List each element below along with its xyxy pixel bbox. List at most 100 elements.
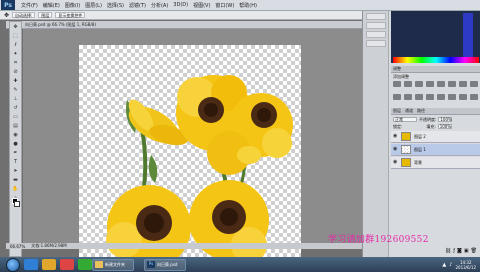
menu-filter[interactable]: 滤镜(T)	[129, 2, 146, 9]
auto-select-checkbox[interactable]: 自动选择:	[12, 12, 36, 18]
dodge-tool-icon[interactable]: ●	[10, 140, 21, 148]
hand-tool-icon[interactable]: ✋	[10, 185, 21, 193]
invert-icon[interactable]	[415, 94, 423, 100]
layers-footer: ⛓ ƒ ◙ ▣ 🗑	[391, 247, 480, 254]
adjustments-panel-header[interactable]: 调整	[391, 66, 480, 73]
trash-icon[interactable]: 🗑	[471, 248, 477, 254]
exposure-icon[interactable]	[426, 81, 434, 87]
new-layer-icon[interactable]: ▣	[464, 248, 469, 254]
right-panels: 调整 添加调整 图层 通道 路径 正常 不透明度: 100% 锁定: 填充: 1…	[362, 11, 480, 257]
eraser-tool-icon[interactable]: ▭	[10, 113, 21, 121]
taskbar-app-1[interactable]	[24, 259, 38, 271]
zoom-level[interactable]: 66.67%	[10, 244, 25, 249]
menu-analysis[interactable]: 分析(A)	[151, 2, 168, 9]
menu-window[interactable]: 窗口(W)	[215, 2, 234, 9]
gradient-map-icon[interactable]	[448, 94, 456, 100]
menu-view[interactable]: 视图(V)	[193, 2, 210, 9]
menu-edit[interactable]: 编辑(E)	[43, 2, 60, 9]
channel-mixer-icon[interactable]	[404, 94, 412, 100]
tab-adjustments[interactable]: 调整	[393, 66, 401, 72]
clock[interactable]: 14:32 2013/6/12	[455, 260, 476, 270]
menu-3d[interactable]: 3D(D)	[173, 2, 188, 9]
document-canvas[interactable]	[79, 45, 301, 260]
show-transform-controls[interactable]: 显示变换控件	[55, 12, 86, 18]
layer-name: 图层 1	[414, 146, 426, 152]
mask-icon[interactable]: ◙	[457, 248, 462, 254]
menu-layer[interactable]: 图层(L)	[85, 2, 102, 9]
blend-mode-select[interactable]: 正常	[393, 117, 417, 122]
menu-select[interactable]: 选择(S)	[107, 2, 124, 9]
background-color[interactable]	[14, 201, 20, 207]
healing-brush-icon[interactable]: ✚	[10, 77, 21, 85]
document-tab[interactable]: 向日葵.psd @ 66.7% (图层 1, RGB/8)	[6, 21, 362, 29]
curves-icon[interactable]	[415, 81, 423, 87]
tab-layers[interactable]: 图层	[393, 108, 401, 114]
status-bar: 66.67% 文档:1.86M/2.98M	[6, 243, 362, 249]
tab-channels[interactable]: 通道	[405, 108, 413, 114]
network-icon[interactable]: ▲	[442, 262, 446, 268]
stamp-tool-icon[interactable]: ⊥	[10, 95, 21, 103]
type-tool-icon[interactable]: T	[10, 158, 21, 166]
pen-tool-icon[interactable]: ✒	[10, 149, 21, 157]
eyedropper-icon[interactable]: ⊘	[10, 68, 21, 76]
crop-tool-icon[interactable]: ⌗	[10, 59, 21, 67]
volume-icon[interactable]: ♪	[449, 262, 452, 268]
layer-row[interactable]: ◉ 图层 2	[391, 131, 480, 143]
fill-input[interactable]: 100%	[437, 124, 452, 129]
vibrance-icon[interactable]	[437, 81, 445, 87]
history-brush-icon[interactable]: ↺	[10, 104, 21, 112]
menu-help[interactable]: 帮助(H)	[239, 2, 257, 9]
opacity-input[interactable]: 100%	[438, 117, 453, 122]
bw-icon[interactable]	[470, 81, 478, 87]
media-icon	[60, 259, 74, 270]
posterize-icon[interactable]	[426, 94, 434, 100]
photo-filter-icon[interactable]	[393, 94, 401, 100]
taskbar-photoshop[interactable]: Ps 向日葵.psd	[144, 258, 186, 271]
hue-sat-icon[interactable]	[448, 81, 456, 87]
brushes-panel-icon[interactable]	[365, 31, 386, 38]
taskbar-app-3[interactable]	[60, 259, 74, 271]
layer-name: 背景	[414, 159, 422, 165]
taskbar-folder[interactable]: 新建文件夹	[92, 258, 134, 271]
layer-row-selected[interactable]: ◉ 图层 1	[391, 144, 480, 156]
brightness-icon[interactable]	[393, 81, 401, 87]
menu-image[interactable]: 图像(I)	[65, 2, 80, 9]
history-panel-icon[interactable]	[365, 13, 386, 20]
magic-wand-icon[interactable]: ✦	[10, 50, 21, 58]
color-slider[interactable]	[463, 13, 473, 57]
levels-icon[interactable]	[404, 81, 412, 87]
color-panel[interactable]	[391, 11, 480, 63]
eye-icon[interactable]: ◉	[393, 160, 398, 165]
eye-icon[interactable]: ◉	[393, 147, 398, 152]
preset-icon[interactable]	[470, 94, 478, 100]
selective-color-icon[interactable]	[459, 94, 467, 100]
actions-panel-icon[interactable]	[365, 22, 386, 29]
clone-panel-icon[interactable]	[365, 40, 386, 47]
taskbar-app-4[interactable]	[78, 259, 92, 271]
add-adjustment-label: 添加调整	[393, 73, 409, 79]
taskbar: 新建文件夹 Ps 向日葵.psd ▲ ♪ 14:32 2013/6/12	[0, 257, 480, 272]
color-balance-icon[interactable]	[459, 81, 467, 87]
ie-icon	[24, 259, 38, 270]
move-tool-icon[interactable]: ✥	[10, 23, 21, 31]
blur-tool-icon[interactable]: ◉	[10, 131, 21, 139]
tab-paths[interactable]: 路径	[417, 108, 425, 114]
gradient-tool-icon[interactable]: ▤	[10, 122, 21, 130]
move-tool-icon[interactable]: ✥	[4, 12, 9, 19]
color-spectrum[interactable]	[393, 57, 479, 63]
threshold-icon[interactable]	[437, 94, 445, 100]
shape-tool-icon[interactable]: ▬	[10, 176, 21, 184]
lasso-tool-icon[interactable]: ℓ	[10, 41, 21, 49]
path-select-icon[interactable]: ➤	[10, 167, 21, 175]
fx-icon[interactable]: ƒ	[453, 248, 455, 254]
start-button[interactable]	[6, 257, 20, 272]
marquee-tool-icon[interactable]: ⬚	[10, 32, 21, 40]
auto-select-target[interactable]: 图层	[38, 12, 53, 18]
brush-tool-icon[interactable]: ✎	[10, 86, 21, 94]
menu-file[interactable]: 文件(F)	[21, 2, 38, 9]
layer-thumbnail	[401, 145, 411, 154]
layer-row[interactable]: ◉ 背景	[391, 157, 480, 169]
link-layers-icon[interactable]: ⛓	[445, 248, 451, 254]
taskbar-app-2[interactable]	[42, 259, 56, 271]
eye-icon[interactable]: ◉	[393, 134, 398, 139]
